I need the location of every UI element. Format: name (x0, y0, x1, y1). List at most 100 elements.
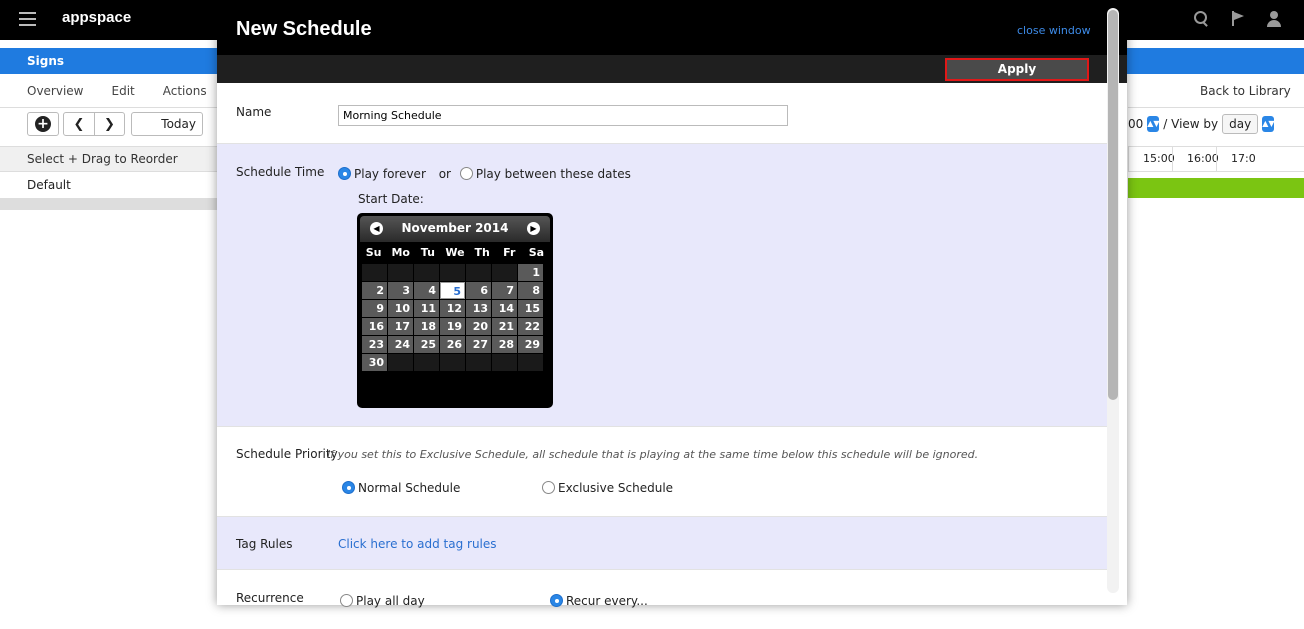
view-by-select[interactable]: day (1222, 114, 1259, 134)
calendar-empty-cell (414, 354, 439, 371)
tab-actions[interactable]: Actions (163, 84, 207, 98)
menu-icon[interactable] (19, 12, 36, 26)
name-field[interactable] (338, 105, 788, 126)
calendar-day[interactable]: 3 (388, 282, 413, 299)
play-all-day-radio[interactable] (340, 594, 353, 607)
or-label: or (438, 167, 451, 181)
right-panel: Back to Library 00 ▲▼ / View by day ▲▼ 1… (1128, 74, 1304, 198)
calendar-day[interactable]: 23 (362, 336, 387, 353)
normal-schedule-label[interactable]: Normal Schedule (358, 481, 460, 495)
modal-title: New Schedule (236, 18, 372, 40)
calendar-day[interactable]: 11 (414, 300, 439, 317)
prev-button[interactable]: ❮ (64, 113, 94, 135)
today-button[interactable]: Today (131, 112, 203, 136)
calendar-day[interactable]: 10 (388, 300, 413, 317)
apply-button[interactable]: Apply (945, 58, 1089, 81)
search-icon[interactable] (1194, 10, 1210, 28)
weekday-label: Tu (420, 246, 435, 259)
calendar-day[interactable]: 5 (440, 282, 465, 299)
reorder-hint: Select + Drag to Reorder (0, 146, 218, 172)
hour-label: 15:00 (1128, 147, 1175, 171)
brand-logo: appspace (62, 9, 132, 26)
calendar-day[interactable]: 19 (440, 318, 465, 335)
exclusive-schedule-label[interactable]: Exclusive Schedule (558, 481, 673, 495)
tab-overview[interactable]: Overview (27, 84, 84, 98)
schedule-bar[interactable] (1128, 178, 1304, 198)
recurrence-section: Recurrence Play all day Recur every... (217, 569, 1110, 629)
select-arrow-icon[interactable]: ▲▼ (1262, 116, 1275, 132)
play-all-day-label[interactable]: Play all day (356, 594, 425, 608)
next-month-icon[interactable]: ▶ (527, 222, 540, 235)
new-schedule-modal: New Schedule close window Apply Name Sch… (217, 0, 1127, 608)
normal-schedule-radio[interactable] (342, 481, 355, 494)
tag-rules-section: Tag Rules Click here to add tag rules (217, 516, 1110, 569)
left-panel: Overview Edit Actions + ❮ ❯ Today Select… (0, 74, 218, 210)
calendar-day[interactable]: 14 (492, 300, 517, 317)
name-section: Name (217, 83, 1110, 143)
calendar-day[interactable]: 21 (492, 318, 517, 335)
calendar-day[interactable]: 2 (362, 282, 387, 299)
recur-every-radio[interactable] (550, 594, 563, 607)
play-forever-label[interactable]: Play forever (354, 167, 426, 181)
calendar-day[interactable]: 17 (388, 318, 413, 335)
next-button[interactable]: ❯ (94, 113, 124, 135)
calendar-day[interactable]: 1 (518, 264, 543, 281)
calendar-day[interactable]: 26 (440, 336, 465, 353)
calendar-day[interactable]: 20 (466, 318, 491, 335)
calendar-day[interactable]: 4 (414, 282, 439, 299)
tag-rules-label: Tag Rules (236, 537, 293, 551)
calendar-month: November 2014 (401, 221, 509, 235)
plus-icon: + (35, 116, 51, 132)
weekday-label: Th (474, 246, 490, 259)
recur-every-label[interactable]: Recur every... (566, 594, 648, 608)
calendar-day[interactable]: 28 (492, 336, 517, 353)
play-forever-radio[interactable] (338, 167, 351, 180)
play-between-radio[interactable] (459, 167, 473, 180)
calendar-day[interactable]: 16 (362, 318, 387, 335)
close-window-link[interactable]: close window (1017, 24, 1091, 37)
modal-form: Name Schedule Time Play forever or Play … (217, 83, 1110, 629)
exclusive-schedule-radio[interactable] (542, 481, 555, 494)
name-label: Name (236, 105, 272, 119)
calendar-day[interactable]: 30 (362, 354, 387, 371)
calendar-day[interactable]: 29 (518, 336, 543, 353)
calendar-empty-cell (492, 354, 517, 371)
hour-label: 17:0 (1216, 147, 1260, 171)
section-title: Signs (27, 54, 65, 68)
calendar-empty-cell (388, 354, 413, 371)
calendar-empty-cell (466, 354, 491, 371)
calendar-empty-cell (466, 264, 491, 281)
time-select-value[interactable]: 00 (1128, 117, 1143, 131)
view-by-label: / View by (1163, 117, 1219, 131)
calendar-days: 1 2 3 4 5 6 7 8 9 10 11 12 13 14 15 16 17 18 19 20 21 22 23 24 2… (360, 264, 550, 371)
add-tag-rules-link[interactable]: Click here to add tag rules (338, 537, 497, 551)
calendar-day[interactable]: 18 (414, 318, 439, 335)
weekday-label: Su (365, 246, 382, 259)
select-arrow-icon[interactable]: ▲▼ (1147, 116, 1160, 132)
modal-scrollbar[interactable] (1107, 8, 1119, 593)
list-item-default[interactable]: Default (0, 172, 218, 198)
calendar-day[interactable]: 6 (466, 282, 491, 299)
tab-edit[interactable]: Edit (112, 84, 135, 98)
priority-note: If you set this to Exclusive Schedule, a… (327, 448, 979, 461)
user-icon[interactable] (1266, 10, 1282, 28)
scrollbar-thumb[interactable] (1108, 10, 1118, 400)
calendar-day[interactable]: 24 (388, 336, 413, 353)
play-between-label[interactable]: Play between these dates (476, 167, 631, 181)
calendar-day[interactable]: 9 (362, 300, 387, 317)
calendar-day[interactable]: 25 (414, 336, 439, 353)
calendar-day[interactable]: 27 (466, 336, 491, 353)
calendar-day[interactable]: 8 (518, 282, 543, 299)
flag-icon[interactable] (1230, 10, 1246, 28)
add-button[interactable]: + (27, 112, 59, 136)
calendar-day[interactable]: 7 (492, 282, 517, 299)
calendar-day[interactable]: 13 (466, 300, 491, 317)
calendar-empty-cell (440, 264, 465, 281)
calendar-empty-cell (362, 264, 387, 281)
calendar-day[interactable]: 22 (518, 318, 543, 335)
calendar-day[interactable]: 12 (440, 300, 465, 317)
back-to-library-link[interactable]: Back to Library (1128, 74, 1304, 108)
schedule-time-section: Schedule Time Play forever or Play betwe… (217, 143, 1110, 426)
calendar-empty-cell (388, 264, 413, 281)
calendar-day[interactable]: 15 (518, 300, 543, 317)
